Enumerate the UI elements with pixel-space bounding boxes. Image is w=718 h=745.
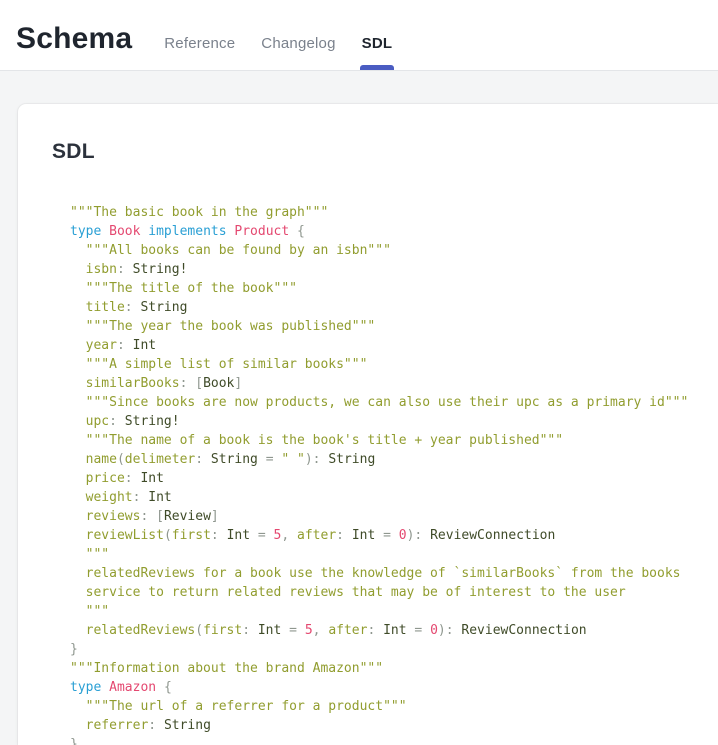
code-line: reviewList(first: Int = 5, after: Int = … bbox=[70, 526, 718, 545]
code-line: type Amazon { bbox=[70, 678, 718, 697]
active-tab-indicator bbox=[360, 65, 395, 70]
code-line: """The url of a referrer for a product""… bbox=[70, 697, 718, 716]
content-area: SDL """The basic book in the graph"""typ… bbox=[0, 71, 718, 745]
code-line: title: String bbox=[70, 298, 718, 317]
code-line: reviews: [Review] bbox=[70, 507, 718, 526]
tab-changelog[interactable]: Changelog bbox=[261, 35, 335, 53]
code-line: weight: Int bbox=[70, 488, 718, 507]
code-line: """The name of a book is the book's titl… bbox=[70, 431, 718, 450]
code-line: year: Int bbox=[70, 336, 718, 355]
sdl-code: """The basic book in the graph"""type Bo… bbox=[52, 203, 718, 745]
code-line: relatedReviews(first: Int = 5, after: In… bbox=[70, 621, 718, 640]
code-line: """The title of the book""" bbox=[70, 279, 718, 298]
code-line: upc: String! bbox=[70, 412, 718, 431]
schema-page-header: Schema Reference Changelog SDL bbox=[0, 0, 718, 71]
tab-sdl[interactable]: SDL bbox=[362, 35, 393, 53]
tab-bar: Reference Changelog SDL bbox=[164, 35, 392, 53]
code-line: } bbox=[70, 735, 718, 745]
code-line: isbn: String! bbox=[70, 260, 718, 279]
code-line: relatedReviews for a book use the knowle… bbox=[70, 564, 718, 583]
tab-sdl-label: SDL bbox=[362, 35, 393, 52]
code-line: service to return related reviews that m… bbox=[70, 583, 718, 602]
code-line: """The year the book was published""" bbox=[70, 317, 718, 336]
sdl-card-heading: SDL bbox=[52, 140, 718, 164]
code-line: """The basic book in the graph""" bbox=[70, 203, 718, 222]
code-line: referrer: String bbox=[70, 716, 718, 735]
code-line: """Information about the brand Amazon""" bbox=[70, 659, 718, 678]
code-line: """ bbox=[70, 602, 718, 621]
code-line: """Since books are now products, we can … bbox=[70, 393, 718, 412]
code-line: type Book implements Product { bbox=[70, 222, 718, 241]
code-line: """All books can be found by an isbn""" bbox=[70, 241, 718, 260]
code-line: """ bbox=[70, 545, 718, 564]
code-line: name(delimeter: String = " "): String bbox=[70, 450, 718, 469]
code-line: price: Int bbox=[70, 469, 718, 488]
code-line: similarBooks: [Book] bbox=[70, 374, 718, 393]
tab-reference[interactable]: Reference bbox=[164, 35, 235, 53]
page-title: Schema bbox=[16, 22, 132, 56]
code-line: } bbox=[70, 640, 718, 659]
sdl-card: SDL """The basic book in the graph"""typ… bbox=[18, 104, 718, 745]
code-line: """A simple list of similar books""" bbox=[70, 355, 718, 374]
